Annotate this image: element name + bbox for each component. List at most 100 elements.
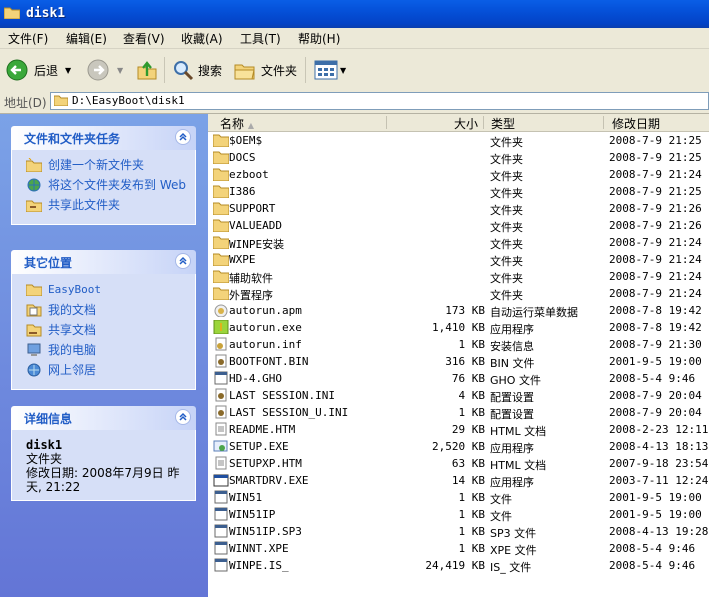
file-row[interactable]: LAST SESSION.INI 4 KB 配置设置 2008-7-9 20:04: [208, 387, 709, 404]
menu-help[interactable]: 帮助(H): [298, 30, 340, 47]
file-row[interactable]: WINPE.IS_ 24,419 KB IS_ 文件 2008-5-4 9:46: [208, 557, 709, 574]
search-label: 搜索: [198, 63, 223, 78]
file-row[interactable]: WIN51IP.SP3 1 KB SP3 文件 2008-4-13 19:28: [208, 523, 709, 540]
file-row[interactable]: WINNT.XPE 1 KB XPE 文件 2008-5-4 9:46: [208, 540, 709, 557]
file-name: WIN51IP: [229, 508, 276, 521]
place-my-computer[interactable]: 我的电脑: [12, 343, 195, 357]
file-row[interactable]: WINPE安装 文件夹 2008-7-9 21:24: [208, 234, 709, 251]
menu-favorites[interactable]: 收藏(A): [181, 30, 223, 47]
file-name: SETUP.EXE: [229, 440, 289, 453]
file-name: README.HTM: [229, 423, 296, 436]
file-row[interactable]: SUPPORT 文件夹 2008-7-9 21:26: [208, 200, 709, 217]
file-row[interactable]: $OEM$ 文件夹 2008-7-9 21:25: [208, 132, 709, 149]
file-date: 2008-7-9 21:24: [609, 253, 702, 266]
file-type: 文件夹: [490, 255, 523, 268]
panel-header[interactable]: 文件和文件夹任务: [11, 126, 196, 150]
new-folder-link[interactable]: 创建一个新文件夹: [12, 158, 195, 172]
place-my-documents[interactable]: 我的文档: [12, 303, 195, 317]
place-shared-documents[interactable]: 共享文档: [12, 323, 195, 337]
file-date: 2008-7-9 20:04: [609, 406, 702, 419]
file-type: 文件夹: [490, 289, 523, 302]
collapse-icon[interactable]: [175, 253, 191, 269]
panel-title: 文件和文件夹任务: [24, 132, 121, 146]
file-size: 1 KB: [458, 542, 486, 555]
file-row[interactable]: I386 文件夹 2008-7-9 21:25: [208, 183, 709, 200]
file-row[interactable]: autorun.apm 173 KB 自动运行菜单数据 2008-7-8 19:42: [208, 302, 709, 319]
menu-edit[interactable]: 编辑(E): [66, 30, 107, 47]
file-row[interactable]: BOOTFONT.BIN 316 KB BIN 文件 2001-9-5 19:00: [208, 353, 709, 370]
file-row[interactable]: autorun.inf 1 KB 安装信息 2008-7-9 21:30: [208, 336, 709, 353]
chevron-down-icon[interactable]: ▼: [340, 66, 346, 75]
menu-view[interactable]: 查看(V): [123, 30, 165, 47]
file-row[interactable]: README.HTM 29 KB HTML 文档 2008-2-23 12:11: [208, 421, 709, 438]
link-label: 创建一个新文件夹: [48, 158, 145, 172]
file-row[interactable]: ezboot 文件夹 2008-7-9 21:24: [208, 166, 709, 183]
file-row[interactable]: autorun.exe 1,410 KB 应用程序 2008-7-8 19:42: [208, 319, 709, 336]
column-type[interactable]: 类型: [491, 115, 515, 132]
collapse-icon[interactable]: [175, 129, 191, 145]
file-row[interactable]: WXPE 文件夹 2008-7-9 21:24: [208, 251, 709, 268]
file-type: 配置设置: [490, 391, 534, 404]
file-row[interactable]: WIN51IP 1 KB 文件 2001-9-5 19:00: [208, 506, 709, 523]
panel-header[interactable]: 其它位置: [11, 250, 196, 274]
config-file-icon: [215, 388, 227, 402]
folder-icon: [213, 270, 229, 283]
up-folder-icon: [137, 61, 157, 80]
address-input[interactable]: D:\EasyBoot\disk1: [50, 92, 709, 110]
place-easyboot[interactable]: EasyBoot: [12, 282, 195, 297]
file-date: 2008-2-23 12:11: [609, 423, 709, 436]
link-label: 我的电脑: [48, 343, 97, 357]
address-label: 地址(D): [4, 96, 47, 110]
file-row[interactable]: DOCS 文件夹 2008-7-9 21:25: [208, 149, 709, 166]
file-row[interactable]: SETUPXP.HTM 63 KB HTML 文档 2007-9-18 23:54: [208, 455, 709, 472]
column-divider[interactable]: [386, 116, 387, 129]
file-size: 1 KB: [458, 525, 486, 538]
views-button[interactable]: ▼: [314, 54, 346, 86]
file-row[interactable]: 外置程序 文件夹 2008-7-9 21:24: [208, 285, 709, 302]
back-button[interactable]: 后退 ▼: [6, 54, 71, 86]
publish-web-link[interactable]: 将这个文件夹发布到 Web: [12, 178, 195, 192]
file-type: IS_ 文件: [490, 561, 532, 574]
title-bar[interactable]: disk1: [0, 0, 709, 28]
forward-button[interactable]: ▼: [87, 54, 123, 86]
collapse-icon[interactable]: [175, 409, 191, 425]
file-size: 2,520 KB: [432, 440, 485, 453]
share-folder-link[interactable]: 共享此文件夹: [12, 198, 195, 212]
file-row[interactable]: HD-4.GHO 76 KB GHO 文件 2008-5-4 9:46: [208, 370, 709, 387]
file-date: 2008-5-4 9:46: [609, 559, 696, 572]
link-label: 我的文档: [48, 303, 97, 317]
file-name: 外置程序: [229, 289, 273, 302]
column-name[interactable]: 名称 ▲: [220, 115, 254, 132]
toolbar-divider: [164, 57, 165, 83]
file-name: $OEM$: [229, 134, 263, 147]
up-folder-button[interactable]: [136, 54, 158, 86]
link-label: 共享此文件夹: [48, 198, 121, 212]
my-computer-icon: [27, 343, 41, 356]
chevron-down-icon[interactable]: ▼: [65, 66, 71, 75]
file-row[interactable]: VALUEADD 文件夹 2008-7-9 21:26: [208, 217, 709, 234]
place-network[interactable]: 网上邻居: [12, 363, 195, 377]
file-name: DOCS: [229, 151, 256, 164]
column-divider[interactable]: [483, 116, 484, 129]
menu-tools[interactable]: 工具(T): [240, 30, 281, 47]
column-divider[interactable]: [603, 116, 604, 129]
file-row[interactable]: 辅助软件 文件夹 2008-7-9 21:24: [208, 268, 709, 285]
network-icon: [27, 363, 41, 377]
search-button[interactable]: 搜索: [172, 54, 222, 86]
folders-label: 文件夹: [261, 63, 298, 78]
file-row[interactable]: SMARTDRV.EXE 14 KB 应用程序 2003-7-11 12:24: [208, 472, 709, 489]
file-row[interactable]: WIN51 1 KB 文件 2001-9-5 19:00: [208, 489, 709, 506]
folders-button[interactable]: 文件夹: [234, 54, 297, 86]
file-type: 应用程序: [490, 323, 534, 336]
panel-header[interactable]: 详细信息: [11, 406, 196, 430]
apm-file-icon: [214, 304, 228, 317]
column-size[interactable]: 大小: [454, 115, 478, 132]
file-date: 2008-7-9 21:25: [609, 185, 702, 198]
menu-file[interactable]: 文件(F): [8, 30, 48, 47]
file-row[interactable]: SETUP.EXE 2,520 KB 应用程序 2008-4-13 18:13: [208, 438, 709, 455]
file-row[interactable]: LAST SESSION_U.INI 1 KB 配置设置 2008-7-9 20:04: [208, 404, 709, 421]
config-file-icon: [215, 405, 227, 419]
chevron-down-icon[interactable]: ▼: [117, 66, 123, 75]
folder-icon: [213, 202, 229, 215]
column-date[interactable]: 修改日期: [612, 115, 660, 132]
